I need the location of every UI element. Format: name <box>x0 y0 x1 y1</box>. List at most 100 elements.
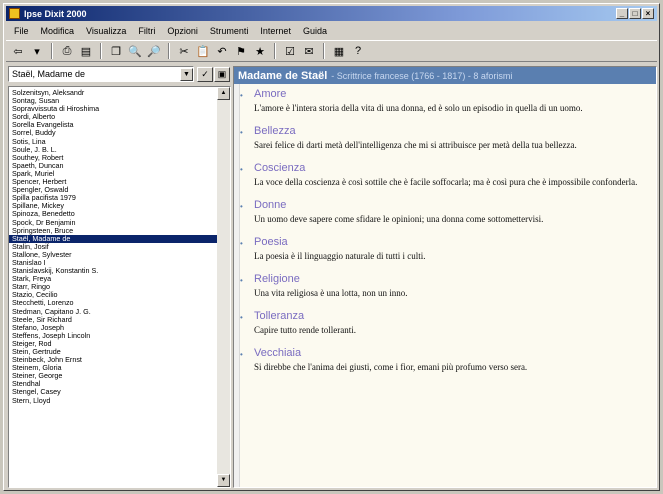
paste-icon[interactable]: 📋 <box>195 43 211 59</box>
topic-quote: Una vita religiosa è una lotta, non un i… <box>254 288 408 298</box>
author-list-item[interactable]: Steiner, George <box>9 372 217 380</box>
toolbar-separator <box>100 43 102 59</box>
notes-icon[interactable]: ▤ <box>78 43 94 59</box>
copy-icon[interactable]: ❐ <box>108 43 124 59</box>
menu-internet[interactable]: Internet <box>260 26 291 36</box>
scroll-up-icon[interactable]: ▲ <box>217 87 230 100</box>
topic-title[interactable]: Tolleranza <box>254 310 656 322</box>
author-list-item[interactable]: Steffens, Joseph Lincoln <box>9 332 217 340</box>
help-icon[interactable]: ? <box>350 43 366 59</box>
find-next-icon[interactable]: 🔎 <box>146 43 162 59</box>
author-list-item[interactable]: Stanislavskij, Konstantin S. <box>9 267 217 275</box>
author-list-item[interactable]: Stecchetti, Lorenzo <box>9 299 217 307</box>
favorite-icon[interactable]: ★ <box>252 43 268 59</box>
author-list-item[interactable]: Stefano, Joseph <box>9 324 217 332</box>
author-list-item[interactable]: Steele, Sir Richard <box>9 316 217 324</box>
author-list-item[interactable]: Steiger, Rod <box>9 340 217 348</box>
forward-icon[interactable]: ▾ <box>29 43 45 59</box>
author-list-item[interactable]: Stazio, Cecilio <box>9 291 217 299</box>
topic-title[interactable]: Amore <box>254 88 656 100</box>
bullet-icon: • <box>240 202 243 211</box>
author-list-item[interactable]: Sopravvissuta di Hiroshima <box>9 105 217 113</box>
print-icon[interactable]: ⎙ <box>59 43 75 59</box>
mail-icon[interactable]: ✉ <box>301 43 317 59</box>
bullet-icon: • <box>240 91 243 100</box>
bullet-icon: • <box>240 276 243 285</box>
topic-quote: Si direbbe che l'anima dei giusti, come … <box>254 362 528 372</box>
find-icon[interactable]: 🔍 <box>127 43 143 59</box>
author-list-item[interactable]: Steinbeck, John Ernst <box>9 356 217 364</box>
back-icon[interactable]: ⇦ <box>10 43 26 59</box>
author-list-item[interactable]: Sontag, Susan <box>9 97 217 105</box>
author-list-item[interactable]: Stein, Gertrude <box>9 348 217 356</box>
menu-file[interactable]: File <box>14 26 29 36</box>
filter-icon[interactable]: ⚑ <box>233 43 249 59</box>
export-icon[interactable]: ▦ <box>331 43 347 59</box>
author-list-item[interactable]: Southey, Robert <box>9 154 217 162</box>
author-list-item[interactable]: Stern, Lloyd <box>9 397 217 405</box>
author-list-item[interactable]: Stengel, Casey <box>9 388 217 396</box>
topic-title[interactable]: Bellezza <box>254 125 656 137</box>
maximize-button[interactable]: □ <box>629 8 641 19</box>
scroll-down-icon[interactable]: ▼ <box>217 474 230 487</box>
author-list-item[interactable]: Stendhal <box>9 380 217 388</box>
author-list-item[interactable]: Solzenitsyn, Aleksandr <box>9 89 217 97</box>
topic-quote: Un uomo deve sapere come sfidare le opin… <box>254 214 544 224</box>
author-list-item[interactable]: Stark, Freya <box>9 275 217 283</box>
author-list-scrollbar[interactable]: ▲ ▼ <box>217 87 230 487</box>
author-list-item[interactable]: Spock, Dr Benjamin <box>9 219 217 227</box>
author-list-item[interactable]: Spilla pacifista 1979 <box>9 194 217 202</box>
undo-icon[interactable]: ↶ <box>214 43 230 59</box>
filter-author-button[interactable]: ▣ <box>214 67 230 82</box>
author-list-item[interactable]: Sorella Evangelista <box>9 121 217 129</box>
toolbar-separator <box>274 43 276 59</box>
author-list-item[interactable]: Stallone, Sylvester <box>9 251 217 259</box>
menu-filtri[interactable]: Filtri <box>138 26 155 36</box>
menu-strumenti[interactable]: Strumenti <box>210 26 249 36</box>
author-list-item[interactable]: Spillane, Mickey <box>9 202 217 210</box>
author-list-item[interactable]: Staël, Madame de <box>9 234 217 243</box>
author-list-item[interactable]: Starr, Ringo <box>9 283 217 291</box>
toolbar-separator <box>51 43 53 59</box>
properties-icon[interactable]: ☑ <box>282 43 298 59</box>
author-list-item[interactable]: Spinoza, Benedetto <box>9 210 217 218</box>
topic-entry: • Amore L'amore è l'intera storia della vi… <box>234 88 656 115</box>
author-list-item[interactable]: Sotis, Lina <box>9 138 217 146</box>
author-list-item[interactable]: Stalin, Josif <box>9 243 217 251</box>
cut-icon[interactable]: ✂ <box>176 43 192 59</box>
author-list-item[interactable]: Sordi, Alberto <box>9 113 217 121</box>
author-list-item[interactable]: Spaeth, Duncan <box>9 162 217 170</box>
author-list-item[interactable]: Steinem, Gloria <box>9 364 217 372</box>
window-controls: _ □ × <box>616 8 654 19</box>
topic-title[interactable]: Donne <box>254 199 656 211</box>
topic-quote: Capire tutto rende tolleranti. <box>254 325 356 335</box>
author-list-item[interactable]: Spark, Muriel <box>9 170 217 178</box>
topic-title[interactable]: Religione <box>254 273 656 285</box>
menu-opzioni[interactable]: Opzioni <box>167 26 198 36</box>
author-list-item[interactable]: Stedman, Capitano J. G. <box>9 308 217 316</box>
close-button[interactable]: × <box>642 8 654 19</box>
author-list-item[interactable]: Spengler, Oswald <box>9 186 217 194</box>
topic-title[interactable]: Poesia <box>254 236 656 248</box>
minimize-button[interactable]: _ <box>616 8 628 19</box>
menu-visualizza[interactable]: Visualizza <box>86 26 126 36</box>
author-list-item[interactable]: Springsteen, Bruce <box>9 227 217 235</box>
menu-guida[interactable]: Guida <box>303 26 327 36</box>
author-list-item[interactable]: Soule, J. B. L. <box>9 146 217 154</box>
title-bar[interactable]: Ipse Dixit 2000 _ □ × <box>6 6 657 21</box>
bullet-icon: • <box>240 239 243 248</box>
author-list-item[interactable]: Stanislao I <box>9 259 217 267</box>
author-select-value: Staël, Madame de <box>12 69 86 79</box>
author-panel: Staël, Madame de ▼ ✓ ▣ Solzenitsyn, Alek… <box>8 66 231 488</box>
topic-title[interactable]: Vecchiaia <box>254 347 656 359</box>
author-list-item[interactable]: Spencer, Herbert <box>9 178 217 186</box>
author-select[interactable]: Staël, Madame de ▼ <box>8 66 194 82</box>
topic-quote: L'amore è l'intera storia della vita di … <box>254 103 583 113</box>
chevron-down-icon[interactable]: ▼ <box>180 67 193 81</box>
topic-entry: • Poesia La poesia è il linguaggio natural… <box>234 236 656 263</box>
author-list[interactable]: Solzenitsyn, Aleksandr Sontag, Susan Sopra… <box>8 86 231 488</box>
search-author-button[interactable]: ✓ <box>197 67 213 82</box>
menu-modifica[interactable]: Modifica <box>41 26 75 36</box>
author-list-item[interactable]: Sorrel, Buddy <box>9 129 217 137</box>
topic-title[interactable]: Coscienza <box>254 162 656 174</box>
